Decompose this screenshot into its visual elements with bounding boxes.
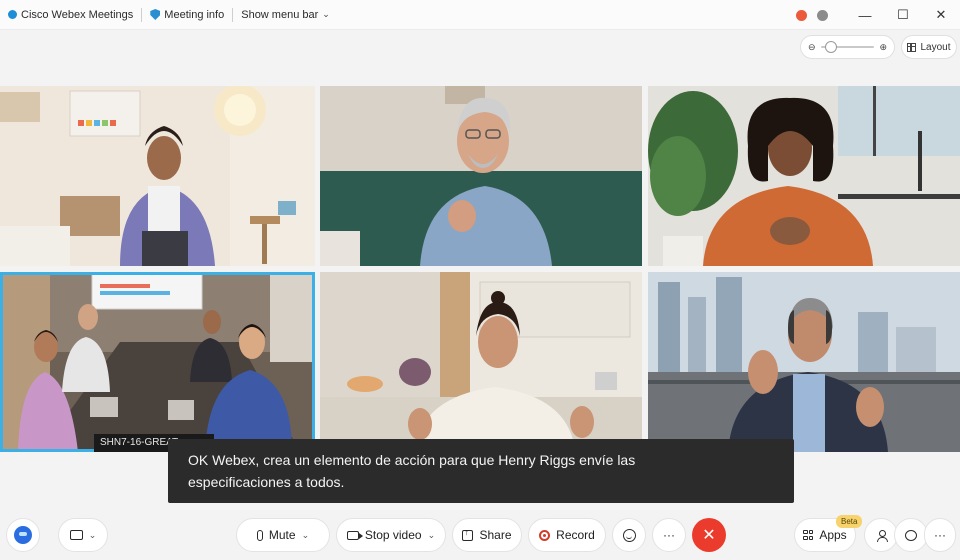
more-options-button[interactable]: ··· (652, 518, 686, 552)
reactions-button[interactable] (612, 518, 646, 552)
video-tile-conference-room[interactable] (0, 272, 315, 452)
share-label: Share (479, 528, 512, 542)
participants-icon (876, 529, 888, 542)
participant-video-5 (320, 272, 642, 452)
notification-icon[interactable] (796, 9, 807, 21)
chevron-down-icon: ⌄ (322, 9, 330, 19)
chevron-down-icon[interactable]: ⌄ (302, 530, 310, 541)
zoom-track[interactable] (820, 41, 875, 53)
webex-assistant-button[interactable] (6, 518, 40, 552)
webex-logo-icon (8, 10, 17, 19)
video-tile-participant-2[interactable] (320, 86, 642, 266)
record-button[interactable]: Record (528, 518, 606, 552)
more-icon: ··· (663, 528, 675, 542)
minimize-button[interactable]: — (846, 0, 884, 30)
mute-button[interactable]: Mute ⌄ (236, 518, 330, 552)
video-tile-participant-1[interactable] (0, 86, 315, 266)
zoom-out-icon[interactable]: ⊖ (808, 42, 816, 53)
close-window-button[interactable]: ✕ (922, 0, 960, 30)
participant-video-3 (648, 86, 960, 266)
apps-grid-icon (803, 530, 814, 540)
end-meeting-button[interactable]: ✕ (692, 518, 726, 552)
caption-line-2: especificaciones a todos. (188, 474, 345, 490)
participant-video-6 (648, 272, 960, 452)
meeting-info-button[interactable]: Meeting info (142, 9, 232, 21)
zoom-slider-control[interactable]: ⊖ ⊕ (800, 35, 895, 59)
zoom-in-icon[interactable]: ⊕ (879, 42, 887, 53)
chat-button[interactable] (894, 518, 928, 552)
conference-room-video (0, 272, 315, 452)
window-controls: — ☐ ✕ (796, 0, 960, 30)
chat-icon (905, 529, 917, 541)
record-label: Record (556, 528, 595, 542)
beta-badge: Beta (836, 515, 863, 528)
chevron-down-icon[interactable]: ⌄ (428, 530, 436, 541)
video-tile-participant-3[interactable] (648, 86, 960, 266)
caption-line-1: OK Webex, crea un elemento de acción par… (188, 452, 636, 468)
stop-video-label: Stop video (364, 528, 422, 542)
chevron-down-icon: ⌄ (88, 529, 97, 540)
show-menu-bar-label: Show menu bar (241, 8, 319, 21)
meeting-info-label: Meeting info (164, 8, 225, 21)
participant-video-2 (320, 86, 642, 266)
camera-icon (346, 530, 363, 540)
participants-button[interactable] (864, 518, 898, 552)
share-button[interactable]: Share (452, 518, 522, 552)
title-bar: Cisco Webex Meetings Meeting info Show m… (0, 0, 960, 30)
layout-grid-icon (907, 42, 917, 52)
layout-button[interactable]: Layout (901, 35, 957, 59)
more-icon: ··· (934, 528, 946, 542)
share-icon (462, 527, 474, 541)
video-tile-participant-5[interactable] (320, 272, 642, 452)
video-tile-participant-6[interactable] (648, 272, 960, 452)
microphone-icon (256, 529, 263, 541)
maximize-button[interactable]: ☐ (884, 0, 922, 30)
stop-video-button[interactable]: Stop video ⌄ (336, 518, 446, 552)
closed-captions-icon (69, 530, 83, 540)
status-icon[interactable] (817, 9, 828, 21)
shield-icon (150, 9, 161, 20)
smiley-icon (622, 528, 636, 542)
layout-label: Layout (920, 41, 951, 53)
mute-label: Mute (268, 528, 296, 542)
show-menu-bar-button[interactable]: Show menu bar ⌄ (233, 9, 338, 21)
live-caption-box: OK Webex, crea un elemento de acción par… (168, 439, 794, 503)
zoom-knob[interactable] (824, 41, 837, 53)
participant-video-1 (0, 86, 315, 266)
more-panels-button[interactable]: ··· (924, 518, 956, 552)
webex-assistant-icon (14, 526, 32, 544)
app-title: Cisco Webex Meetings (0, 9, 141, 21)
app-name: Cisco Webex Meetings (21, 8, 134, 21)
record-icon (539, 529, 551, 541)
apps-label: Apps (819, 528, 847, 542)
closed-captions-button[interactable]: ⌄ (58, 518, 108, 552)
